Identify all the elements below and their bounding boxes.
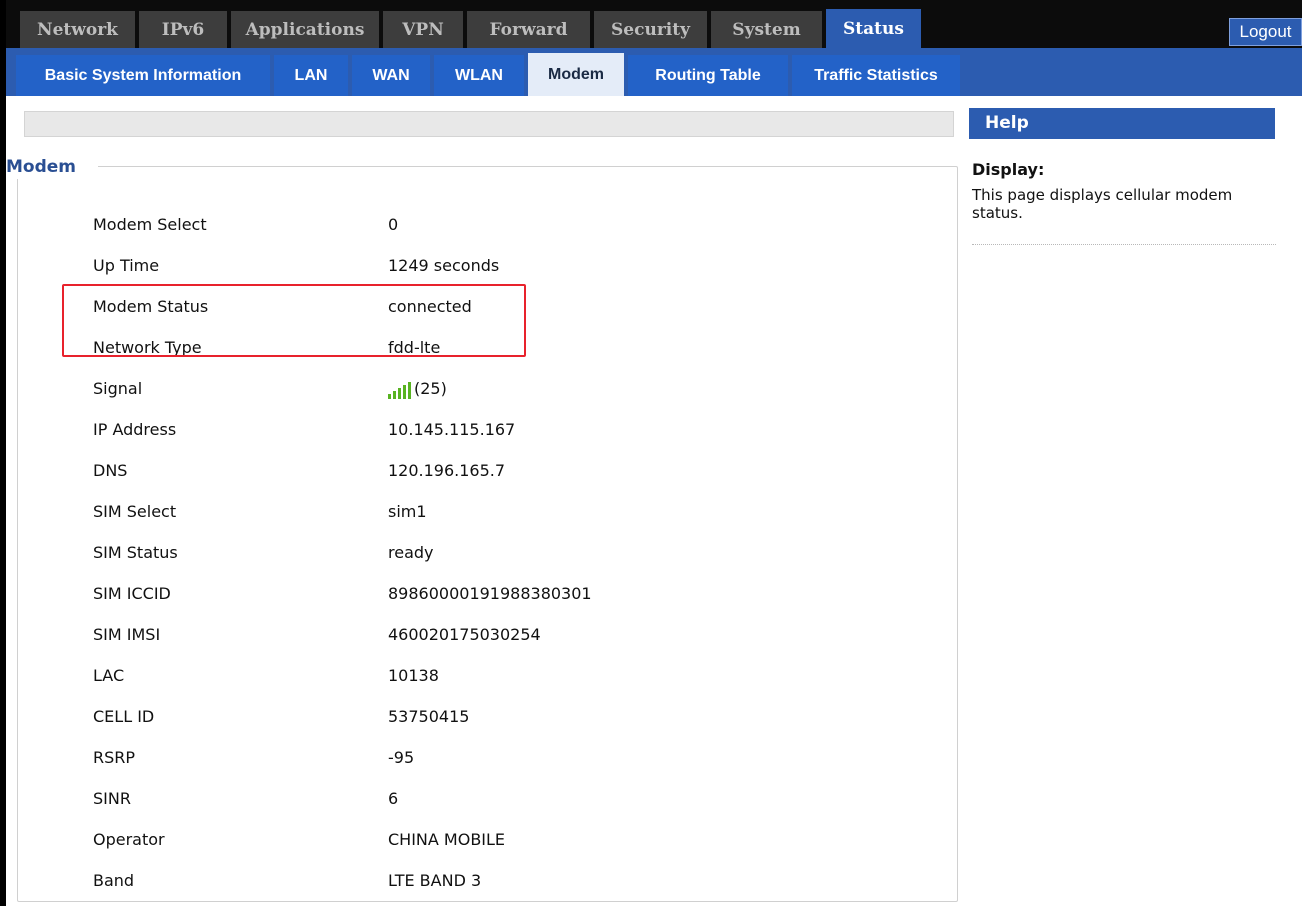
help-divider: [972, 244, 1276, 245]
row-label: CELL ID: [93, 707, 155, 726]
row-value: (25): [388, 368, 447, 409]
info-row-sim-imsi: SIM IMSI 460020175030254: [18, 614, 958, 655]
info-row-cell-id: CELL ID 53750415: [18, 696, 958, 737]
row-label: SINR: [93, 789, 131, 808]
signal-strength-icon: [388, 379, 413, 399]
subtab-modem[interactable]: Modem: [528, 53, 624, 96]
subtab-traffic-statistics[interactable]: Traffic Statistics: [792, 55, 960, 96]
row-label: Network Type: [93, 338, 202, 357]
info-row-signal: Signal (25): [18, 368, 958, 409]
row-value: 1249 seconds: [388, 256, 500, 275]
row-label: LAC: [93, 666, 125, 685]
help-text: This page displays cellular modem status…: [972, 186, 1233, 222]
info-row-modem-select: Modem Select 0: [18, 204, 958, 245]
row-value: 10.145.115.167: [388, 420, 516, 439]
signal-value: (25): [414, 379, 447, 398]
top-nav: Network IPv6 Applications VPN Forward Se…: [6, 0, 1302, 48]
row-value: ready: [388, 543, 434, 562]
tab-security[interactable]: Security: [594, 11, 707, 48]
row-value: connected: [388, 297, 472, 316]
row-label: SIM Status: [93, 543, 178, 562]
row-value: sim1: [388, 502, 427, 521]
row-label: SIM IMSI: [93, 625, 161, 644]
row-value: 10138: [388, 666, 439, 685]
row-label: SIM ICCID: [93, 584, 171, 603]
row-value: LTE BAND 3: [388, 871, 482, 890]
tab-status[interactable]: Status: [826, 9, 921, 48]
row-label: Modem Status: [93, 297, 209, 316]
row-value: 89860000191988380301: [388, 584, 592, 603]
info-row-ip-address: IP Address 10.145.115.167: [18, 409, 958, 450]
message-bar: [24, 111, 954, 137]
row-label: Modem Select: [93, 215, 207, 234]
info-row-modem-status: Modem Status connected: [18, 286, 958, 327]
row-value: -95: [388, 748, 415, 767]
info-row-operator: Operator CHINA MOBILE: [18, 819, 958, 860]
row-value: 6: [388, 789, 399, 808]
row-value: 53750415: [388, 707, 470, 726]
row-label: Band: [93, 871, 135, 890]
info-row-sim-select: SIM Select sim1: [18, 491, 958, 532]
subtab-basic-system-information[interactable]: Basic System Information: [16, 55, 270, 96]
help-header: Help: [969, 108, 1275, 139]
row-value: 0: [388, 215, 399, 234]
info-row-lac: LAC 10138: [18, 655, 958, 696]
row-value: fdd-lte: [388, 338, 441, 357]
row-label: Up Time: [93, 256, 160, 275]
row-label: DNS: [93, 461, 128, 480]
sub-nav: Basic System Information LAN WAN WLAN Mo…: [6, 48, 1302, 96]
modem-fieldset: Modem Select 0 Up Time 1249 seconds Mode…: [17, 166, 958, 902]
row-label: RSRP: [93, 748, 136, 767]
row-value: CHINA MOBILE: [388, 830, 506, 849]
info-row-dns: DNS 120.196.165.7: [18, 450, 958, 491]
info-row-sim-iccid: SIM ICCID 89860000191988380301: [18, 573, 958, 614]
tab-network[interactable]: Network: [20, 11, 135, 48]
tab-ipv6[interactable]: IPv6: [139, 11, 227, 48]
row-label: IP Address: [93, 420, 177, 439]
row-label: Operator: [93, 830, 165, 849]
logout-button[interactable]: Logout: [1229, 18, 1302, 46]
tab-forward[interactable]: Forward: [467, 11, 590, 48]
section-title: Modem: [6, 155, 99, 179]
info-row-network-type: Network Type fdd-lte: [18, 327, 958, 368]
row-label: Signal: [93, 379, 143, 398]
tab-vpn[interactable]: VPN: [383, 11, 463, 48]
subtab-lan[interactable]: LAN: [274, 55, 348, 96]
subtab-wan[interactable]: WAN: [352, 55, 430, 96]
subtab-routing-table[interactable]: Routing Table: [628, 55, 788, 96]
row-value: 460020175030254: [388, 625, 541, 644]
row-value: 120.196.165.7: [388, 461, 506, 480]
info-row-rsrp: RSRP -95: [18, 737, 958, 778]
row-label: SIM Select: [93, 502, 177, 521]
info-row-sinr: SINR 6: [18, 778, 958, 819]
info-row-sim-status: SIM Status ready: [18, 532, 958, 573]
tab-system[interactable]: System: [711, 11, 822, 48]
info-row-band: Band LTE BAND 3: [18, 860, 958, 901]
subtab-wlan[interactable]: WLAN: [434, 55, 524, 96]
tab-applications[interactable]: Applications: [231, 11, 379, 48]
help-title: Display:: [972, 160, 1045, 179]
info-row-up-time: Up Time 1249 seconds: [18, 245, 958, 286]
